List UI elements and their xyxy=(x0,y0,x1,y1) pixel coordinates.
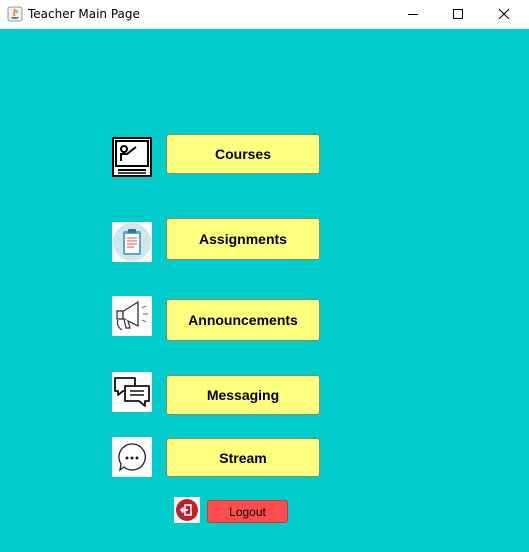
logout-icon xyxy=(174,497,200,523)
maximize-button[interactable] xyxy=(435,0,481,29)
chat-bubbles-icon xyxy=(112,372,152,412)
main-panel: Courses Assignments Announcements Messag… xyxy=(0,29,529,552)
messaging-button[interactable]: Messaging xyxy=(166,375,320,415)
speech-bubble-icon xyxy=(112,437,152,477)
clipboard-icon xyxy=(112,222,152,262)
window-title: Teacher Main Page xyxy=(28,7,140,21)
java-app-icon xyxy=(7,6,23,22)
close-button[interactable] xyxy=(481,0,527,29)
announcements-button[interactable]: Announcements xyxy=(166,299,320,341)
courses-button[interactable]: Courses xyxy=(166,134,320,174)
megaphone-icon xyxy=(112,296,152,336)
stream-button[interactable]: Stream xyxy=(166,438,320,477)
teacher-board-icon xyxy=(112,137,152,177)
assignments-button[interactable]: Assignments xyxy=(166,218,320,260)
minimize-button[interactable] xyxy=(390,0,436,29)
logout-button[interactable]: Logout xyxy=(207,500,288,523)
title-bar: Teacher Main Page xyxy=(0,0,529,30)
